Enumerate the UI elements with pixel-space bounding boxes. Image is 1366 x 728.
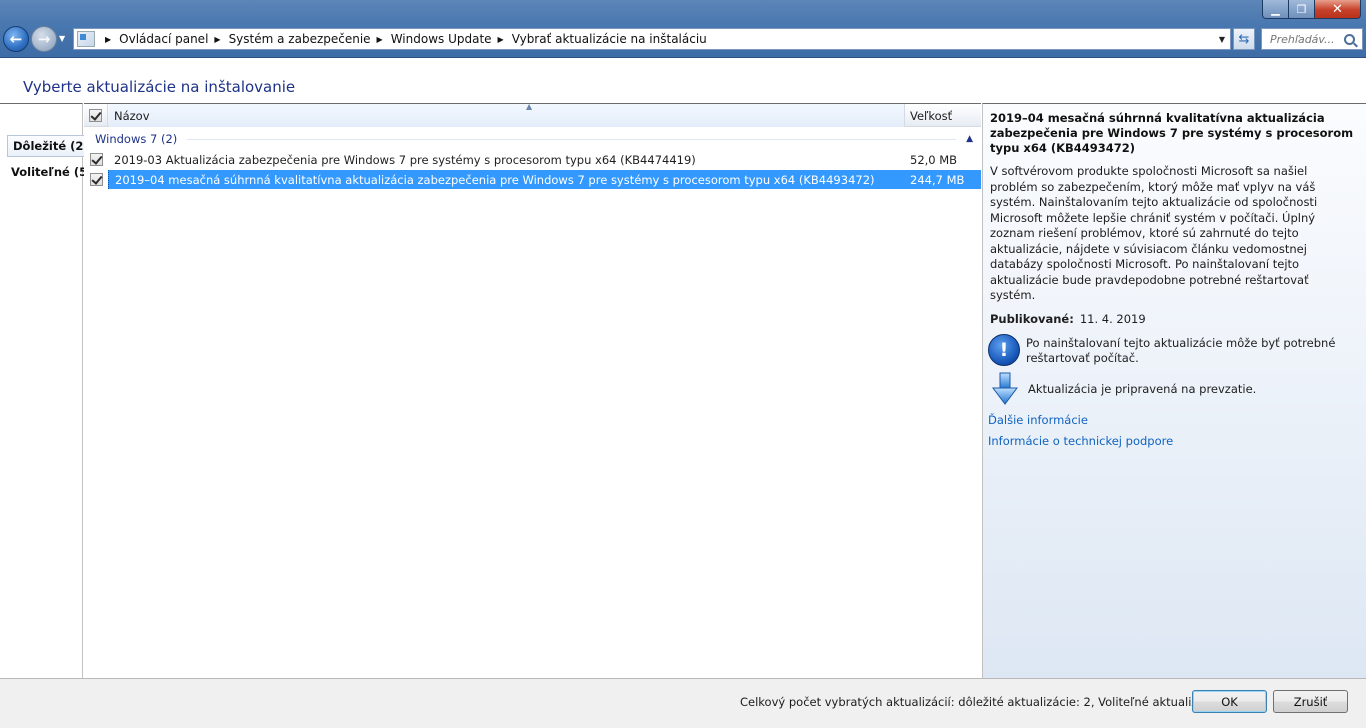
updates-list: Názov ▲ Veľkosť Windows 7 (2) ▲ 2019-03 … [84, 102, 981, 678]
arrow-left-icon: ← [9, 30, 23, 48]
selection-summary: Celkový počet vybratých aktualizácií: dô… [740, 695, 1233, 709]
download-arrow-icon [992, 372, 1018, 405]
download-status: Aktualizácia je pripravená na prevzatie. [990, 372, 1357, 406]
details-pane: 2019–04 mesačná súhrnná kvalitatívna akt… [982, 103, 1366, 678]
control-panel-icon [77, 31, 95, 47]
table-row-selected[interactable]: 2019–04 mesačná súhrnná kvalitatívna akt… [84, 170, 981, 189]
restart-notice: ! Po nainštalovaní tejto aktualizácie mô… [988, 333, 1357, 366]
info-exclamation-icon: ! [988, 333, 1020, 366]
chevron-right-icon[interactable]: ▶ [105, 35, 111, 44]
refresh-button[interactable]: ⇆ [1233, 28, 1255, 50]
published-label: Publikované: [990, 311, 1074, 326]
minimize-button[interactable]: ▁ [1262, 0, 1289, 19]
breadcrumb-control-panel[interactable]: Ovládací panel [119, 32, 208, 46]
window-controls: ▁ ❐ ✕ [1262, 0, 1361, 19]
arrow-right-icon: → [37, 30, 51, 48]
download-note: Aktualizácia je pripravená na prevzatie. [1028, 381, 1257, 396]
footer-bar: Celkový počet vybratých aktualizácií: dô… [0, 678, 1366, 728]
address-dropdown-icon[interactable]: ▼ [1214, 29, 1230, 49]
address-bar[interactable]: ▶ Ovládací panel ▶ Systém a zabezpečenie… [73, 28, 1231, 50]
cancel-button[interactable]: Zrušiť [1273, 690, 1348, 713]
window-titlebar: ▁ ❐ ✕ ← → ▼ ▶ Ovládací panel ▶ Systém a … [0, 0, 1366, 58]
select-all-header[interactable] [84, 104, 108, 127]
details-description: V softvérovom produkte spoločnosti Micro… [990, 164, 1318, 302]
refresh-icon: ⇆ [1238, 31, 1250, 47]
list-header: Názov ▲ Veľkosť [84, 102, 981, 127]
category-panel: Dôležité (2) Voliteľné (5) [0, 103, 95, 678]
update-name: 2019–04 mesačná súhrnná kvalitatívna akt… [108, 170, 904, 189]
update-name: 2019-03 Aktualizácia zabezpečenia pre Wi… [114, 152, 696, 167]
published-date: Publikované: 11. 4. 2019 [990, 312, 1357, 326]
search-input[interactable] [1270, 32, 1344, 46]
category-important[interactable]: Dôležité (2) [7, 135, 95, 157]
column-name-label: Názov [114, 108, 150, 123]
column-size-label: Veľkosť [910, 108, 953, 123]
update-checkbox[interactable] [89, 173, 103, 186]
group-header-windows7[interactable]: Windows 7 (2) ▲ [95, 131, 977, 147]
recent-pages-dropdown[interactable]: ▼ [59, 34, 65, 43]
breadcrumb-windows-update[interactable]: Windows Update [391, 32, 492, 46]
select-all-checkbox[interactable] [89, 109, 102, 122]
collapse-chevron-icon[interactable]: ▲ [966, 134, 973, 144]
published-value: 11. 4. 2019 [1079, 311, 1146, 326]
search-icon[interactable] [1344, 33, 1355, 45]
chevron-right-icon[interactable]: ▶ [214, 35, 220, 44]
update-checkbox[interactable] [89, 153, 103, 166]
details-title: 2019–04 mesačná súhrnná kvalitatívna akt… [990, 111, 1354, 155]
table-row[interactable]: 2019-03 Aktualizácia zabezpečenia pre Wi… [84, 150, 981, 169]
breadcrumb-system-security[interactable]: Systém a zabezpečenie [229, 32, 371, 46]
close-button[interactable]: ✕ [1315, 0, 1361, 19]
search-box[interactable] [1261, 28, 1363, 50]
maximize-button[interactable]: ❐ [1289, 0, 1315, 19]
sort-ascending-icon: ▲ [526, 102, 533, 111]
chevron-right-icon[interactable]: ▶ [377, 35, 383, 44]
more-info-link[interactable]: Ďalšie informácie [988, 413, 1357, 427]
forward-button[interactable]: → [31, 26, 57, 52]
page-title: Vyberte aktualizácie na inštalovanie [23, 78, 296, 96]
column-header-size[interactable]: Veľkosť [906, 104, 981, 127]
ok-button[interactable]: OK [1192, 690, 1267, 713]
restart-note: Po nainštalovaní tejto aktualizácie môže… [1026, 335, 1336, 365]
update-size: 244,7 MB [904, 170, 981, 189]
breadcrumb-select-updates[interactable]: Vybrať aktualizácie na inštaláciu [512, 32, 707, 46]
update-size: 52,0 MB [910, 152, 958, 167]
column-header-name[interactable]: Názov ▲ [109, 102, 905, 127]
group-label: Windows 7 (2) [95, 132, 178, 146]
group-divider [187, 138, 957, 140]
chevron-right-icon[interactable]: ▶ [498, 35, 504, 44]
back-button[interactable]: ← [3, 26, 29, 52]
support-info-link[interactable]: Informácie o technickej podpore [988, 434, 1357, 448]
